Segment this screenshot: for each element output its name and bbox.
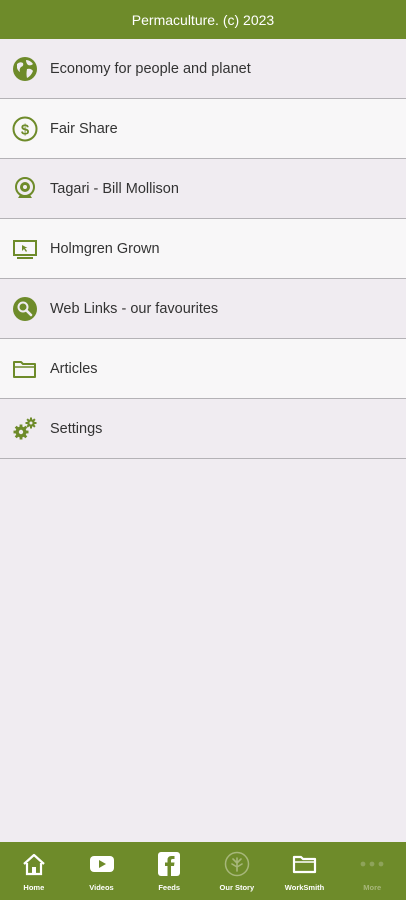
tab-label: WorkSmith [284, 882, 325, 892]
tab-videos[interactable]: Videos [68, 842, 136, 900]
leaf-icon [224, 851, 250, 877]
webcam-icon [12, 176, 38, 202]
svg-text:$: $ [21, 121, 30, 138]
tab-label: Feeds [158, 882, 181, 892]
menu-item-label: Articles [50, 360, 98, 377]
facebook-icon [156, 851, 182, 877]
menu-item-label: Economy for people and planet [50, 60, 251, 77]
tab-label: Videos [89, 882, 114, 892]
tab-label: Home [23, 882, 45, 892]
tab-worksmith[interactable]: WorkSmith [271, 842, 339, 900]
menu-item-web-links[interactable]: Web Links - our favourites [0, 279, 406, 339]
folder-icon [12, 356, 38, 382]
menu-item-label: Fair Share [50, 120, 118, 137]
tab-more[interactable]: More [338, 842, 406, 900]
home-icon [21, 851, 47, 877]
folder-icon [292, 851, 318, 877]
menu-item-label: Settings [50, 420, 103, 437]
dollar-icon: $ [12, 116, 38, 142]
menu-item-label: Holmgren Grown [50, 240, 160, 257]
app-header: Permaculture. (c) 2023 [0, 0, 406, 39]
menu-item-articles[interactable]: Articles [0, 339, 406, 399]
youtube-icon [88, 851, 116, 877]
monitor-icon [12, 236, 38, 262]
bottom-tab-bar: Home Videos Feeds Our Story WorkSmith Mo… [0, 842, 406, 900]
menu-item-label: Tagari - Bill Mollison [50, 180, 179, 197]
app-title: Permaculture. (c) 2023 [131, 11, 275, 28]
globe-icon [12, 56, 38, 82]
menu-item-tagari[interactable]: Tagari - Bill Mollison [0, 159, 406, 219]
more-dots-icon [358, 851, 386, 877]
menu-item-economy[interactable]: Economy for people and planet [0, 39, 406, 99]
tab-label: Our Story [219, 882, 255, 892]
tab-home[interactable]: Home [0, 842, 68, 900]
menu-item-label: Web Links - our favourites [50, 300, 219, 317]
menu-item-fair-share[interactable]: $ Fair Share [0, 99, 406, 159]
menu-item-holmgren[interactable]: Holmgren Grown [0, 219, 406, 279]
gears-icon [12, 416, 38, 442]
tab-label: More [363, 882, 382, 892]
tab-feeds[interactable]: Feeds [135, 842, 203, 900]
search-icon [12, 296, 38, 322]
tab-our-story[interactable]: Our Story [203, 842, 271, 900]
main-menu: Economy for people and planet $ Fair Sha… [0, 39, 406, 459]
menu-item-settings[interactable]: Settings [0, 399, 406, 459]
